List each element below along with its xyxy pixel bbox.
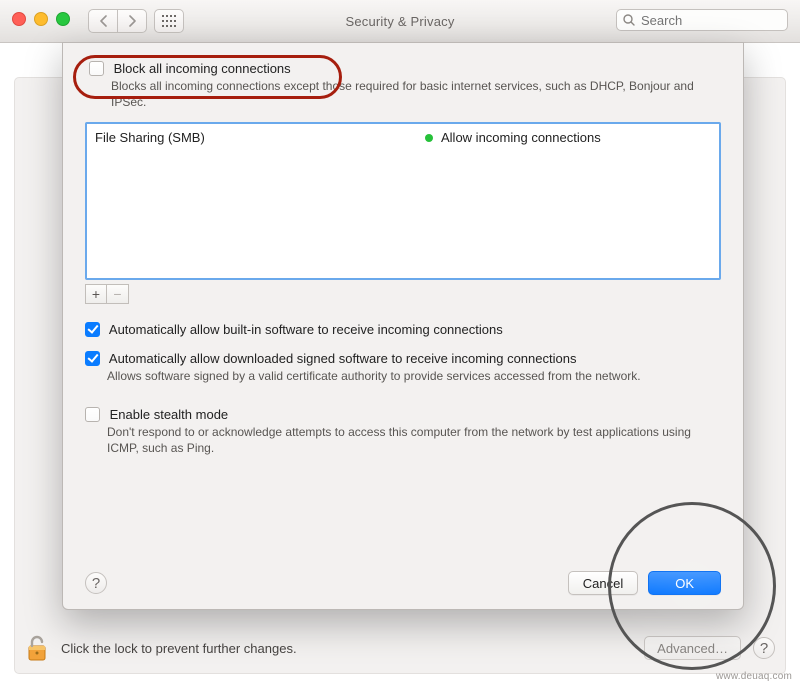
- block-all-description: Blocks all incoming connections except t…: [111, 78, 721, 110]
- search-icon: [623, 14, 635, 26]
- window-titlebar: Security & Privacy: [0, 0, 800, 43]
- close-window-button[interactable]: [12, 12, 26, 26]
- remove-app-button[interactable]: −: [107, 284, 129, 304]
- ok-button[interactable]: OK: [648, 571, 721, 595]
- stealth-description: Don't respond to or acknowledge attempts…: [107, 424, 717, 456]
- app-name: File Sharing (SMB): [95, 130, 425, 145]
- window-traffic-lights: [12, 12, 70, 26]
- stealth-label: Enable stealth mode: [110, 407, 229, 422]
- back-button[interactable]: [89, 10, 117, 32]
- footer-bar: Click the lock to prevent further change…: [25, 631, 775, 665]
- stealth-row: Enable stealth mode Don't respond to or …: [85, 407, 721, 456]
- chevron-left-icon: [99, 15, 108, 27]
- auto-builtin-checkbox[interactable]: [85, 322, 100, 337]
- auto-signed-checkbox[interactable]: [85, 351, 100, 366]
- allowed-apps-list[interactable]: File Sharing (SMB) Allow incoming connec…: [85, 122, 721, 280]
- sheet-help-button[interactable]: ?: [85, 572, 107, 594]
- watermark-label: www.deuaq.com: [716, 671, 792, 682]
- forward-button[interactable]: [117, 10, 146, 32]
- search-input[interactable]: [639, 12, 781, 29]
- chevron-right-icon: [128, 15, 137, 27]
- lock-hint-label: Click the lock to prevent further change…: [61, 641, 297, 656]
- auto-signed-description: Allows software signed by a valid certif…: [107, 368, 721, 384]
- stealth-checkbox[interactable]: [85, 407, 100, 422]
- block-all-row: Block all incoming connections Blocks al…: [89, 61, 721, 110]
- show-all-prefs-button[interactable]: [154, 9, 184, 33]
- auto-builtin-row: Automatically allow built-in software to…: [85, 322, 721, 337]
- cancel-button[interactable]: Cancel: [568, 571, 638, 595]
- zoom-window-button[interactable]: [56, 12, 70, 26]
- help-button[interactable]: ?: [753, 637, 775, 659]
- app-status: Allow incoming connections: [441, 130, 601, 145]
- list-item[interactable]: File Sharing (SMB) Allow incoming connec…: [95, 130, 711, 145]
- auto-signed-row: Automatically allow downloaded signed so…: [85, 351, 721, 384]
- status-dot-icon: [425, 134, 433, 142]
- advanced-button[interactable]: Advanced…: [644, 636, 741, 660]
- minimize-window-button[interactable]: [34, 12, 48, 26]
- auto-signed-label: Automatically allow downloaded signed so…: [109, 351, 577, 366]
- grid-icon: [162, 15, 176, 27]
- add-app-button[interactable]: +: [85, 284, 107, 304]
- auto-builtin-label: Automatically allow built-in software to…: [109, 322, 503, 337]
- firewall-options-sheet: Block all incoming connections Blocks al…: [62, 42, 744, 610]
- list-add-remove: + −: [85, 284, 721, 304]
- block-all-checkbox[interactable]: [89, 61, 104, 76]
- lock-icon[interactable]: [25, 633, 49, 663]
- nav-back-forward: [88, 9, 147, 33]
- block-all-label: Block all incoming connections: [114, 61, 291, 76]
- search-field[interactable]: [616, 9, 788, 31]
